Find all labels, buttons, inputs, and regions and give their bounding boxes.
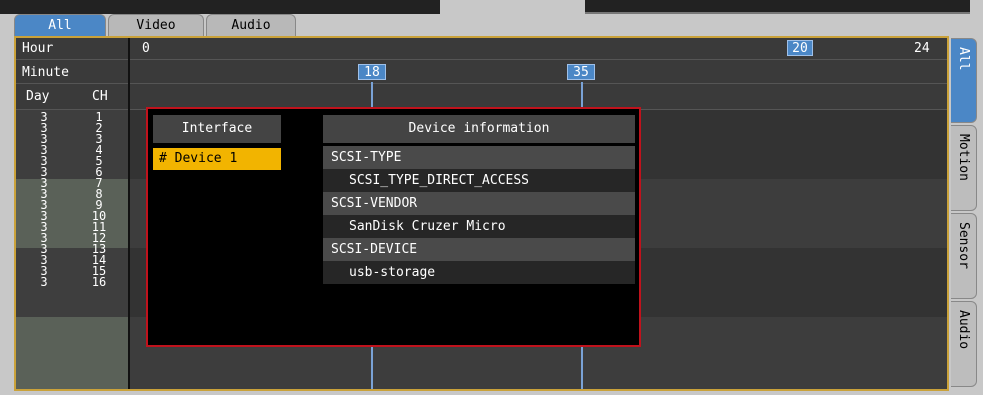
info-key-scsi-vendor: SCSI-VENDOR: [323, 192, 635, 215]
info-key-scsi-device: SCSI-DEVICE: [323, 238, 635, 261]
minute-row: [16, 60, 947, 84]
channel-group-2: [16, 179, 128, 248]
tab-video[interactable]: Video: [108, 14, 204, 36]
minute-marker-2[interactable]: 35: [567, 64, 595, 80]
interface-header: Interface: [153, 115, 281, 143]
right-tab-all-label: All: [956, 47, 971, 71]
minute-label: Minute: [22, 65, 69, 80]
tab-all-label: All: [48, 18, 72, 33]
day-label: Day: [26, 89, 50, 104]
device-info-list: SCSI-TYPE SCSI_TYPE_DIRECT_ACCESS SCSI-V…: [323, 146, 635, 284]
right-tab-motion[interactable]: Motion: [951, 125, 977, 211]
channel-group-1: [16, 110, 128, 179]
right-tab-audio-label: Audio: [956, 310, 971, 350]
hour-label: Hour: [22, 41, 54, 56]
right-tab-all[interactable]: All: [951, 38, 977, 123]
minute-marker-1[interactable]: 18: [358, 64, 386, 80]
hour-marker[interactable]: 20: [787, 40, 813, 56]
tab-all[interactable]: All: [14, 14, 106, 36]
right-tab-audio[interactable]: Audio: [951, 301, 977, 387]
tab-audio[interactable]: Audio: [206, 14, 296, 36]
channel-cell: 16: [91, 275, 107, 289]
right-tab-motion-label: Motion: [956, 134, 971, 181]
right-tab-sensor-label: Sensor: [956, 222, 971, 269]
right-tab-sensor[interactable]: Sensor: [951, 213, 977, 299]
device-info-header: Device information: [323, 115, 635, 143]
ch-label: CH: [92, 89, 108, 104]
channel-list: 1 2 3 4 5 6 7 8 9 10 11 12 13 14 15 16: [88, 111, 110, 289]
device-info-dialog: Interface # Device 1 Device information …: [146, 107, 641, 347]
top-bar-left: [0, 0, 440, 14]
info-value-scsi-device: usb-storage: [323, 261, 635, 284]
device-list-item[interactable]: # Device 1: [153, 148, 281, 170]
tab-audio-label: Audio: [231, 18, 271, 33]
channel-group-3: [16, 248, 128, 317]
hour-start: 0: [142, 41, 150, 56]
info-key-scsi-type: SCSI-TYPE: [323, 146, 635, 169]
info-value-scsi-type: SCSI_TYPE_DIRECT_ACCESS: [323, 169, 635, 192]
tab-video-label: Video: [136, 18, 176, 33]
day-cell: 3: [40, 275, 48, 289]
day-list: 3333333333333333: [34, 111, 54, 289]
channel-group-4: [16, 317, 128, 389]
hour-end: 24: [914, 41, 930, 56]
top-divider: [585, 12, 970, 14]
info-value-scsi-vendor: SanDisk Cruzer Micro: [323, 215, 635, 238]
